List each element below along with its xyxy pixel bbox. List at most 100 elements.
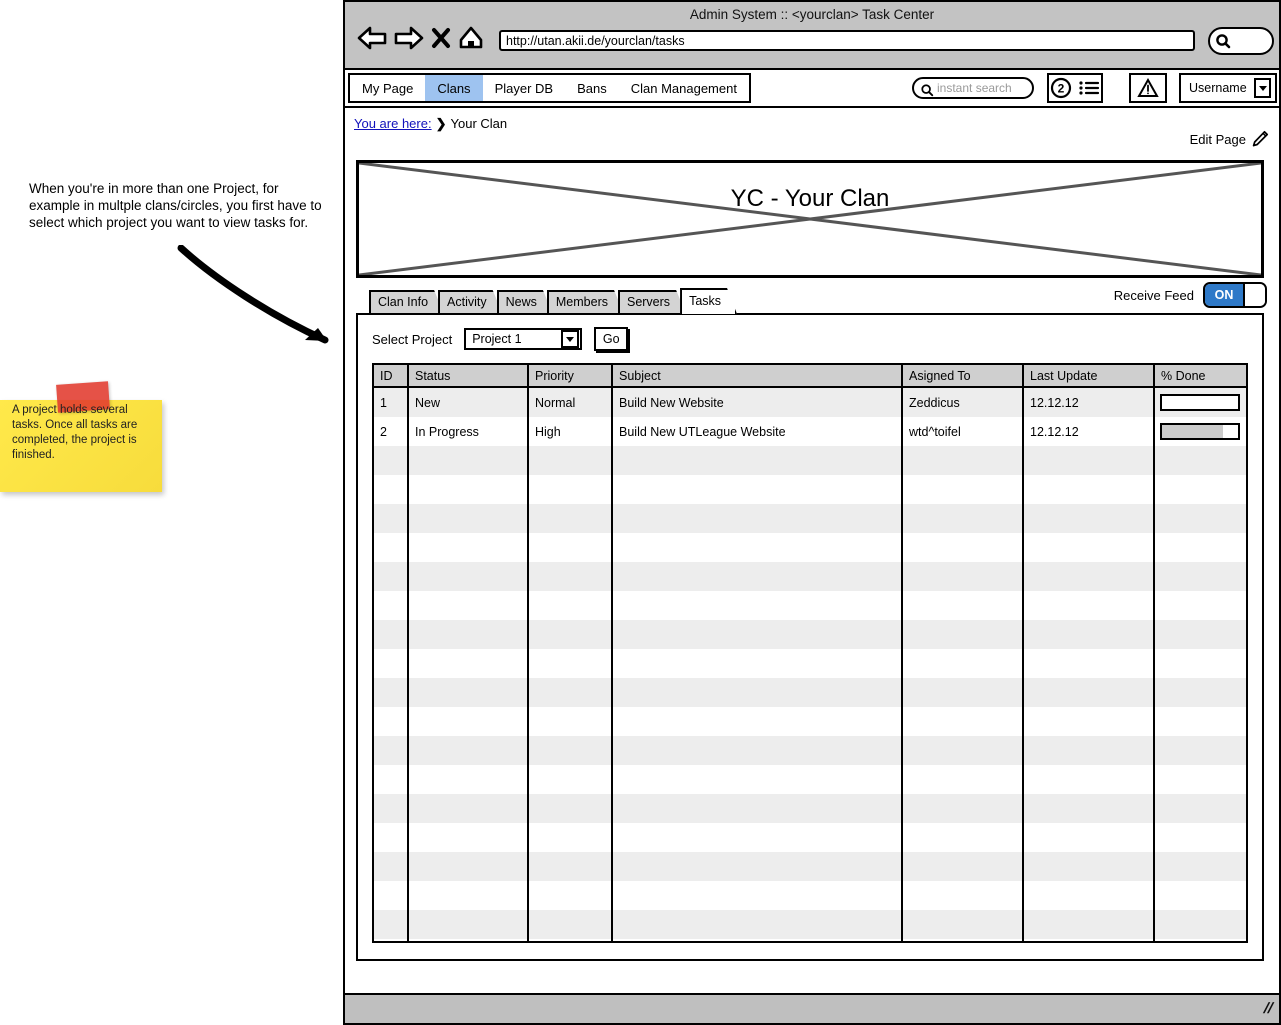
cell-last-update: [1023, 504, 1155, 533]
table-row[interactable]: [374, 736, 1246, 765]
list-icon[interactable]: [1078, 79, 1100, 97]
cell-percent-done: [1154, 910, 1246, 939]
receive-feed-toggle[interactable]: ON: [1203, 282, 1267, 308]
tab-news[interactable]: News: [497, 290, 553, 314]
cell-last-update: [1023, 533, 1155, 562]
status-bar: //: [345, 993, 1279, 1023]
table-row[interactable]: [374, 504, 1246, 533]
tab-servers[interactable]: Servers: [618, 290, 686, 314]
cell-priority: High: [528, 417, 613, 446]
cell-priority: [528, 533, 613, 562]
instant-search-input[interactable]: instant search: [912, 77, 1034, 99]
url-input[interactable]: http://utan.akii.de/yourclan/tasks: [499, 30, 1195, 51]
table-row[interactable]: [374, 794, 1246, 823]
table-row[interactable]: [374, 678, 1246, 707]
column-header-subject[interactable]: Subject: [612, 365, 903, 388]
tab-members[interactable]: Members: [547, 290, 624, 314]
window-title: Admin System :: <yourclan> Task Center: [689, 7, 935, 22]
column-header-id[interactable]: ID: [374, 365, 409, 388]
table-row[interactable]: [374, 852, 1246, 881]
project-selector-row: Select Project Project 1 Go: [372, 327, 629, 351]
cell-priority: [528, 620, 613, 649]
forward-arrow-icon[interactable]: [394, 26, 424, 50]
instant-search-placeholder: instant search: [937, 81, 1012, 95]
menu-item-clans[interactable]: Clans: [425, 75, 483, 101]
browser-search-box[interactable]: [1208, 27, 1274, 55]
app-nav-bar: My Page Clans Player DB Bans Clan Manage…: [345, 70, 1279, 108]
table-row[interactable]: 2 In Progress High Build New UTLeague Websi…: [374, 417, 1246, 446]
tab-activity[interactable]: Activity: [438, 290, 503, 314]
cell-last-update: 12.12.12: [1023, 387, 1155, 417]
cell-id: [374, 736, 409, 765]
browser-nav-icons: [357, 26, 484, 50]
table-row[interactable]: [374, 533, 1246, 562]
cell-status: [408, 504, 529, 533]
table-row[interactable]: [374, 591, 1246, 620]
chevron-down-icon[interactable]: [1254, 78, 1271, 98]
cell-last-update: [1023, 736, 1155, 765]
table-row[interactable]: [374, 446, 1246, 475]
breadcrumb-current: Your Clan: [450, 116, 508, 131]
column-header-percent-done[interactable]: % Done: [1154, 365, 1246, 388]
tasks-table-head: ID Status Priority Subject Asigned To La…: [374, 365, 1246, 388]
stop-x-icon[interactable]: [431, 26, 451, 50]
table-row[interactable]: 1 New Normal Build New Website Zeddicus 12.12…: [374, 387, 1246, 417]
menu-item-player-db[interactable]: Player DB: [483, 75, 566, 101]
column-header-last-update[interactable]: Last Update: [1023, 365, 1155, 388]
table-row[interactable]: [374, 823, 1246, 852]
cell-id: [374, 678, 409, 707]
cell-priority: [528, 765, 613, 794]
project-select[interactable]: Project 1: [464, 328, 583, 350]
table-row[interactable]: [374, 939, 1246, 941]
cell-subject: [612, 620, 903, 649]
column-header-status[interactable]: Status: [408, 365, 529, 388]
cell-percent-done: [1154, 707, 1246, 736]
cell-id: [374, 881, 409, 910]
tab-clan-info[interactable]: Clan Info: [369, 290, 444, 314]
go-button[interactable]: Go: [594, 327, 629, 351]
tab-tasks[interactable]: Tasks: [680, 288, 737, 314]
edit-page-button[interactable]: Edit Page: [1190, 130, 1269, 148]
resize-grip-icon[interactable]: //: [1261, 1000, 1275, 1017]
cell-id: [374, 939, 409, 941]
table-row[interactable]: [374, 765, 1246, 794]
table-row[interactable]: [374, 475, 1246, 504]
breadcrumb-link[interactable]: You are here:: [354, 116, 432, 131]
column-header-assigned-to[interactable]: Asigned To: [902, 365, 1024, 388]
notification-count-icon[interactable]: 2: [1050, 77, 1072, 99]
menu-item-bans[interactable]: Bans: [565, 75, 619, 101]
menu-item-my-page[interactable]: My Page: [350, 75, 425, 101]
table-row[interactable]: [374, 881, 1246, 910]
user-menu[interactable]: Username: [1179, 73, 1277, 103]
table-row[interactable]: [374, 707, 1246, 736]
cell-priority: [528, 649, 613, 678]
table-row[interactable]: [374, 649, 1246, 678]
column-header-priority[interactable]: Priority: [528, 365, 613, 388]
warning-triangle-icon[interactable]: [1137, 78, 1159, 98]
cell-status: [408, 852, 529, 881]
warning-group[interactable]: [1129, 73, 1167, 103]
cell-subject: [612, 852, 903, 881]
cell-assigned-to: Zeddicus: [902, 387, 1024, 417]
table-row[interactable]: [374, 910, 1246, 939]
back-arrow-icon[interactable]: [357, 26, 387, 50]
pencil-icon[interactable]: [1251, 130, 1269, 148]
cell-status: [408, 591, 529, 620]
cell-assigned-to: [902, 475, 1024, 504]
table-row[interactable]: [374, 620, 1246, 649]
page-body: You are here: ❯ Your Clan Edit Page YC - Y…: [345, 108, 1279, 989]
table-header-row: ID Status Priority Subject Asigned To La…: [374, 365, 1246, 388]
notifications-group[interactable]: 2: [1047, 73, 1103, 103]
menu-item-clan-management[interactable]: Clan Management: [619, 75, 749, 101]
cell-id: [374, 504, 409, 533]
cell-last-update: [1023, 649, 1155, 678]
chevron-down-icon[interactable]: [561, 330, 580, 348]
table-row[interactable]: [374, 562, 1246, 591]
progress-bar-fill: [1162, 425, 1223, 438]
cell-assigned-to: [902, 823, 1024, 852]
cell-id: [374, 591, 409, 620]
tasks-table-body: 1 New Normal Build New Website Zeddicus 12.12…: [374, 387, 1246, 941]
cell-status: [408, 446, 529, 475]
progress-bar: [1160, 423, 1240, 440]
home-icon[interactable]: [458, 26, 484, 50]
